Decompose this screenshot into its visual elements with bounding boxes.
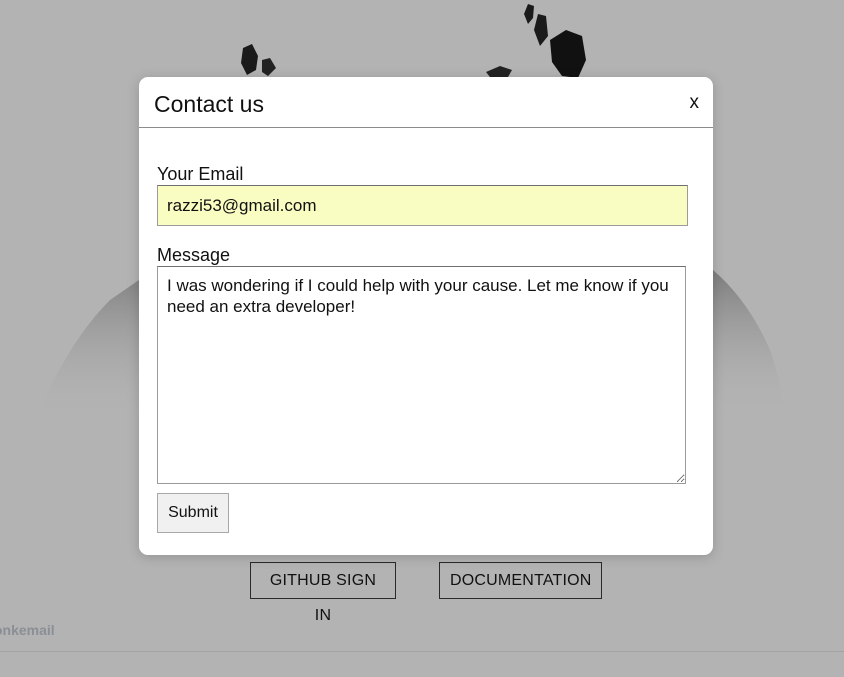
documentation-button[interactable]: DOCUMENTATION bbox=[439, 562, 602, 599]
footer-brand[interactable]: onkemail bbox=[0, 622, 55, 638]
email-field[interactable] bbox=[157, 185, 688, 226]
submit-button[interactable]: Submit bbox=[157, 493, 229, 533]
footer-divider bbox=[0, 651, 844, 652]
email-label: Your Email bbox=[157, 164, 244, 184]
message-label: Message bbox=[157, 245, 231, 265]
page: GITHUB SIGN IN DOCUMENTATION onkemail Co… bbox=[0, 0, 844, 677]
close-icon[interactable]: x bbox=[690, 93, 700, 112]
message-textarea[interactable]: I was wondering if I could help with you… bbox=[157, 266, 686, 484]
modal-title: Contact us bbox=[154, 91, 264, 117]
modal-header: Contact us x bbox=[139, 77, 713, 128]
github-sign-in-button[interactable]: GITHUB SIGN IN bbox=[250, 562, 396, 624]
contact-modal: Contact us x Your Email Message I was wo… bbox=[139, 77, 713, 555]
